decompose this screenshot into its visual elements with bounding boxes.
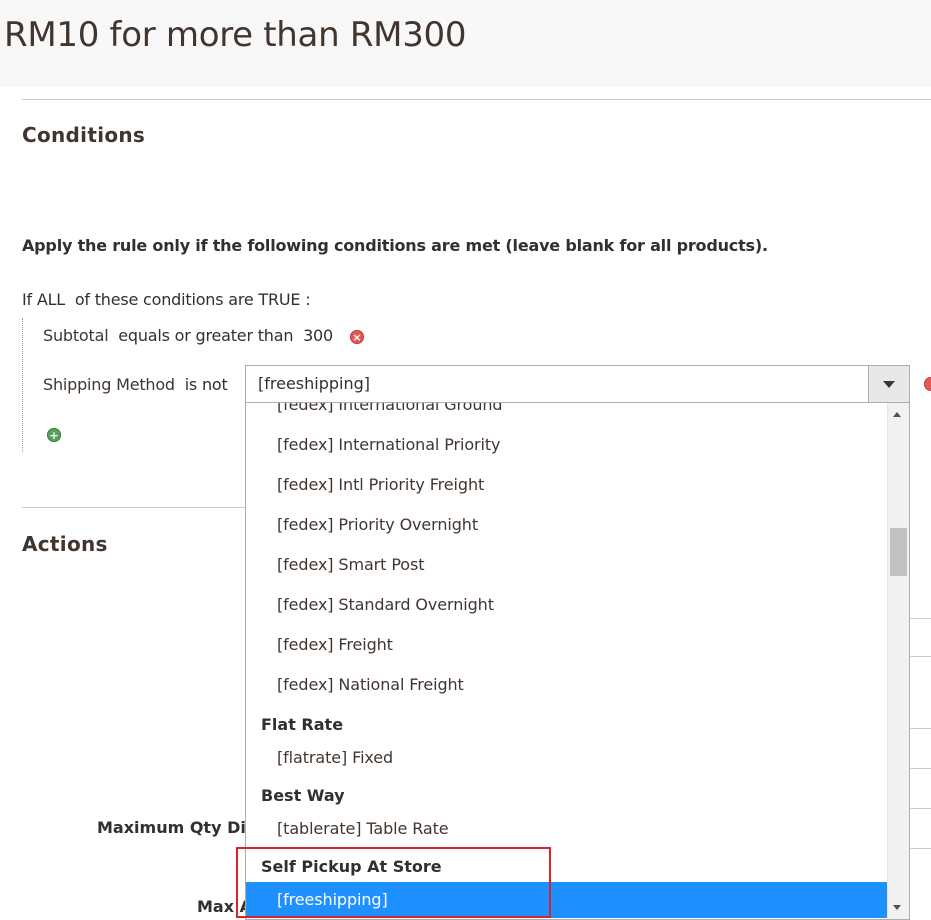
rule-operator[interactable]: is not bbox=[185, 375, 228, 394]
dropdown-group-label: Best Way bbox=[261, 786, 345, 805]
max-qty-label: Maximum Qty Dis bbox=[97, 818, 256, 837]
scrollbar-thumb[interactable] bbox=[890, 528, 907, 576]
rule-attribute-label[interactable]: Shipping Method bbox=[43, 375, 175, 394]
field-edge bbox=[910, 656, 931, 657]
dropdown-option[interactable]: [fedex] International Ground bbox=[246, 403, 889, 425]
condition-tree-line bbox=[22, 318, 23, 452]
conditions-instruction: Apply the rule only if the following con… bbox=[22, 236, 768, 255]
dropdown-option[interactable]: [fedex] Freight bbox=[246, 625, 889, 665]
dropdown-options-list: [fedex] International Ground [fedex] Int… bbox=[246, 403, 889, 918]
shipping-method-dropdown[interactable]: [fedex] International Ground [fedex] Int… bbox=[245, 403, 910, 920]
add-icon[interactable]: + bbox=[47, 428, 61, 442]
select-value: [freeshipping] bbox=[258, 374, 371, 393]
of-these-label: of these conditions are bbox=[74, 290, 254, 309]
dropdown-scrollbar[interactable] bbox=[887, 403, 909, 919]
field-edge bbox=[910, 618, 931, 619]
dropdown-option[interactable]: [flatrate] Fixed bbox=[246, 740, 889, 776]
divider bbox=[22, 507, 245, 508]
highlight-annotation bbox=[236, 847, 551, 918]
remove-icon[interactable] bbox=[924, 377, 931, 391]
dropdown-option[interactable]: [fedex] National Freight bbox=[246, 665, 889, 705]
rule-value[interactable]: 300 bbox=[303, 326, 333, 345]
condition-combinator: If ALL of these conditions are TRUE : bbox=[22, 290, 311, 309]
rule-attribute-label[interactable]: Subtotal bbox=[43, 326, 109, 345]
value-selector[interactable]: TRUE bbox=[258, 290, 300, 309]
field-edge bbox=[910, 848, 931, 849]
colon-label: : bbox=[305, 290, 311, 309]
page-header: RM10 for more than RM300 bbox=[0, 0, 931, 87]
dropdown-option[interactable]: [fedex] Intl Priority Freight bbox=[246, 465, 889, 505]
remove-icon[interactable]: × bbox=[350, 330, 364, 344]
scroll-down-icon[interactable] bbox=[893, 905, 901, 910]
rule-operator[interactable]: equals or greater than bbox=[118, 326, 293, 345]
dropdown-option[interactable]: [tablerate] Table Rate bbox=[246, 811, 889, 847]
field-edge bbox=[910, 768, 931, 769]
actions-section-title[interactable]: Actions bbox=[22, 532, 108, 556]
shipping-method-select[interactable]: [freeshipping] bbox=[245, 365, 910, 403]
field-edge bbox=[910, 728, 931, 729]
condition-rule-shipping: Shipping Method is not bbox=[43, 375, 228, 394]
chevron-down-icon bbox=[883, 380, 895, 388]
if-label: If bbox=[22, 290, 32, 309]
page-title: RM10 for more than RM300 bbox=[4, 15, 467, 55]
dropdown-option[interactable]: [fedex] Smart Post bbox=[246, 545, 889, 585]
divider bbox=[22, 99, 931, 100]
dropdown-group-label: Flat Rate bbox=[261, 715, 344, 734]
aggregator-selector[interactable]: ALL bbox=[37, 290, 65, 309]
conditions-section-title[interactable]: Conditions bbox=[22, 123, 145, 147]
dropdown-option[interactable]: [fedex] Standard Overnight bbox=[246, 585, 889, 625]
dropdown-option[interactable]: [fedex] Priority Overnight bbox=[246, 505, 889, 545]
select-toggle-button[interactable] bbox=[868, 366, 909, 402]
scroll-up-icon[interactable] bbox=[893, 412, 901, 417]
condition-rule-subtotal: Subtotal equals or greater than 300 bbox=[43, 326, 333, 345]
dropdown-option[interactable]: [fedex] International Priority bbox=[246, 425, 889, 465]
field-edge bbox=[910, 808, 931, 809]
